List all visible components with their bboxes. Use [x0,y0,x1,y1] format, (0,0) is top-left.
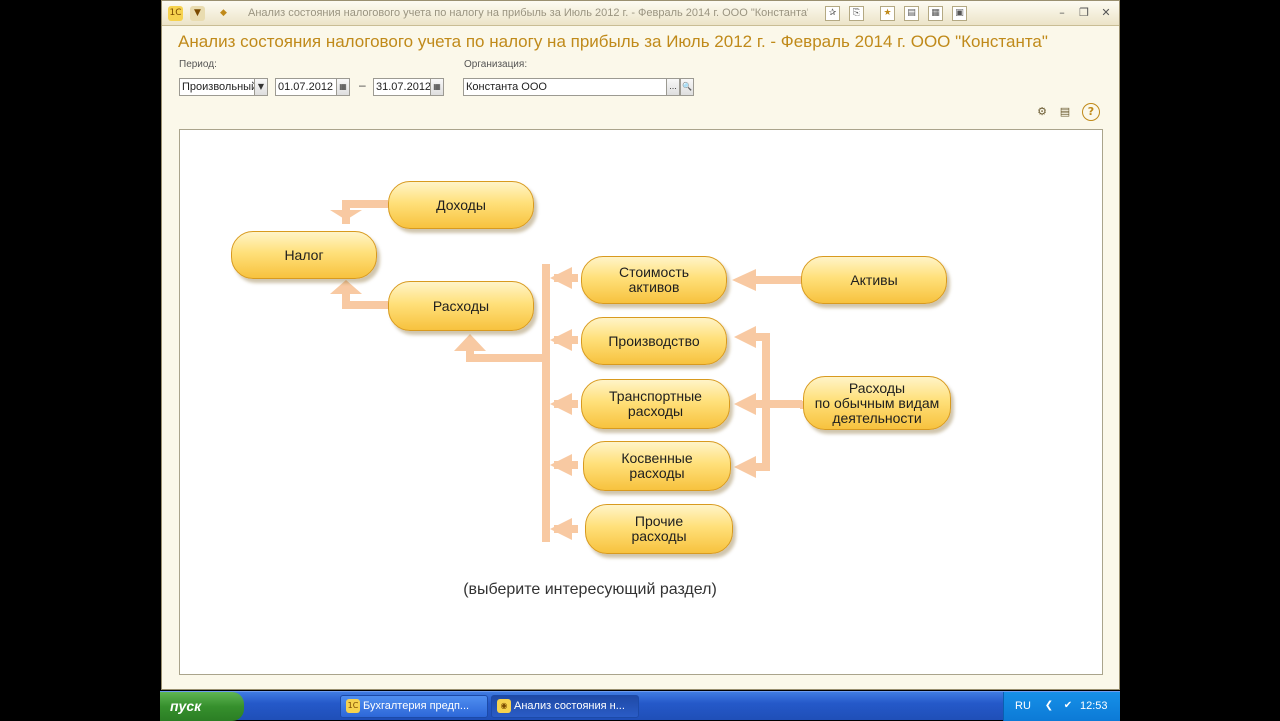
node-tax-label: Налог [284,246,324,263]
node-indirect-label-1: Косвенные [621,450,693,466]
1c-app-icon: 1С [346,699,360,713]
star-icon[interactable]: ★ [880,6,895,21]
help-icon[interactable]: ? [1082,103,1100,121]
node-ordinary-expenses[interactable]: Расходы по обычным видам деятельности [803,376,951,430]
arrowhead [734,393,756,415]
node-assets-label: Активы [850,271,898,288]
settings-icon[interactable]: ⚙ [1033,103,1051,121]
connector-ordinary [756,463,770,471]
node-transport-label-2: расходы [627,403,684,419]
calculator-icon[interactable]: ▦ [928,6,943,21]
save-icon[interactable]: ▤ [1056,103,1074,121]
node-asset-cost-label-1: Стоимость [618,264,690,280]
node-indirect[interactable]: Косвенные расходы [583,441,731,491]
select-button[interactable]: ... [666,78,680,96]
taskbar: пуск 1С Бухгалтерия предп... ◉ Анализ со… [160,691,1120,721]
arrowhead [550,267,572,289]
1c-logo-icon[interactable]: 1С [168,6,183,21]
connector-ordinary [756,333,770,341]
connector-ordinary [756,400,802,408]
arrowhead [330,210,362,220]
arrowhead [550,393,572,415]
chevron-down-icon[interactable]: ▼ [254,78,268,96]
node-production-label: Производство [608,332,700,349]
node-production[interactable]: Производство [581,317,727,365]
minimize-icon[interactable]: – [1054,6,1070,20]
start-button[interactable]: пуск [160,692,244,721]
arrowhead [454,334,486,351]
taskbar-item-label: Анализ состояния н... [514,700,625,712]
back-arrow-icon[interactable]: ◆ [216,6,231,21]
node-expenses[interactable]: Расходы [388,281,534,331]
taskbar-item-label: Бухгалтерия предп... [363,700,470,712]
clock: 12:53 [1080,700,1108,712]
antivirus-icon[interactable]: ✔ [1061,699,1075,713]
close-icon[interactable]: ✕ [1098,6,1114,20]
restore-icon[interactable]: ❐ [1076,6,1092,20]
arrowhead [734,456,756,478]
window-title: Анализ состояния налогового учета по нал… [248,7,808,19]
search-icon[interactable]: 🔍 [680,78,694,96]
calendar-icon[interactable]: ▦ [336,78,350,96]
organization-input[interactable]: Константа ООО [463,78,667,96]
arrowhead [550,454,572,476]
arrowhead [550,329,572,351]
period-mode-select[interactable]: Произвольный [179,78,257,96]
start-label: пуск [170,698,202,714]
arrowhead [330,280,362,294]
date-to-input[interactable]: 31.07.2012 [373,78,433,96]
calendar-icon[interactable]: ▣ [952,6,967,21]
node-other-label-2: расходы [631,528,687,544]
connector-bus [542,264,550,542]
tray-expand-icon[interactable]: ❮ [1042,699,1056,713]
arrowhead [732,269,756,291]
print-icon[interactable]: ▤ [904,6,919,21]
node-income[interactable]: Доходы [388,181,534,229]
date-from-input[interactable]: 01.07.2012 [275,78,339,96]
node-asset-cost[interactable]: Стоимость активов [581,256,727,304]
node-asset-cost-label-2: активов [628,279,680,295]
window-titlebar[interactable]: 1С ▼ ◆ Анализ состояния налогового учета… [162,1,1119,26]
node-tax[interactable]: Налог [231,231,377,279]
connector-assets [752,276,802,284]
calendar-icon[interactable]: ▦ [430,78,444,96]
diagram-hint: (выберите интересующий раздел) [463,581,717,598]
node-ordinary-label-3: деятельности [832,409,922,426]
link-icon[interactable]: ⎘ [849,6,864,21]
desktop: 1С ▼ ◆ Анализ состояния налогового учета… [0,0,1280,721]
organization-label: Организация: [464,59,528,70]
taskbar-item-accounting[interactable]: 1С Бухгалтерия предп... [340,695,488,718]
node-transport[interactable]: Транспортные расходы [581,379,730,429]
favorites-icon[interactable]: ✰ [825,6,840,21]
node-ordinary-label-2: по обычным видам [814,394,940,411]
node-other-label-1: Прочие [634,513,684,529]
period-label: Период: [179,59,217,70]
node-income-label: Доходы [436,196,486,213]
arrowhead [550,518,572,540]
node-indirect-label-2: расходы [629,465,685,481]
app-window: 1С ▼ ◆ Анализ состояния налогового учета… [161,0,1120,690]
language-indicator[interactable]: RU [1015,700,1031,712]
taskbar-item-report[interactable]: ◉ Анализ состояния н... [491,695,639,718]
arrowhead [734,326,756,348]
diagram-panel: Налог Доходы Расходы Стоимость активов А… [179,129,1103,675]
node-transport-label-1: Транспортные [609,388,702,404]
report-icon: ◉ [497,699,511,713]
connector-bus-expense [470,354,546,362]
node-other[interactable]: Прочие расходы [585,504,733,554]
node-ordinary-label-1: Расходы [848,379,906,396]
app-menu-icon[interactable]: ▼ [190,6,205,21]
page-title: Анализ состояния налогового учета по нал… [178,32,1048,51]
node-expenses-label: Расходы [432,297,490,314]
date-separator: – [359,78,366,92]
node-assets[interactable]: Активы [801,256,947,304]
